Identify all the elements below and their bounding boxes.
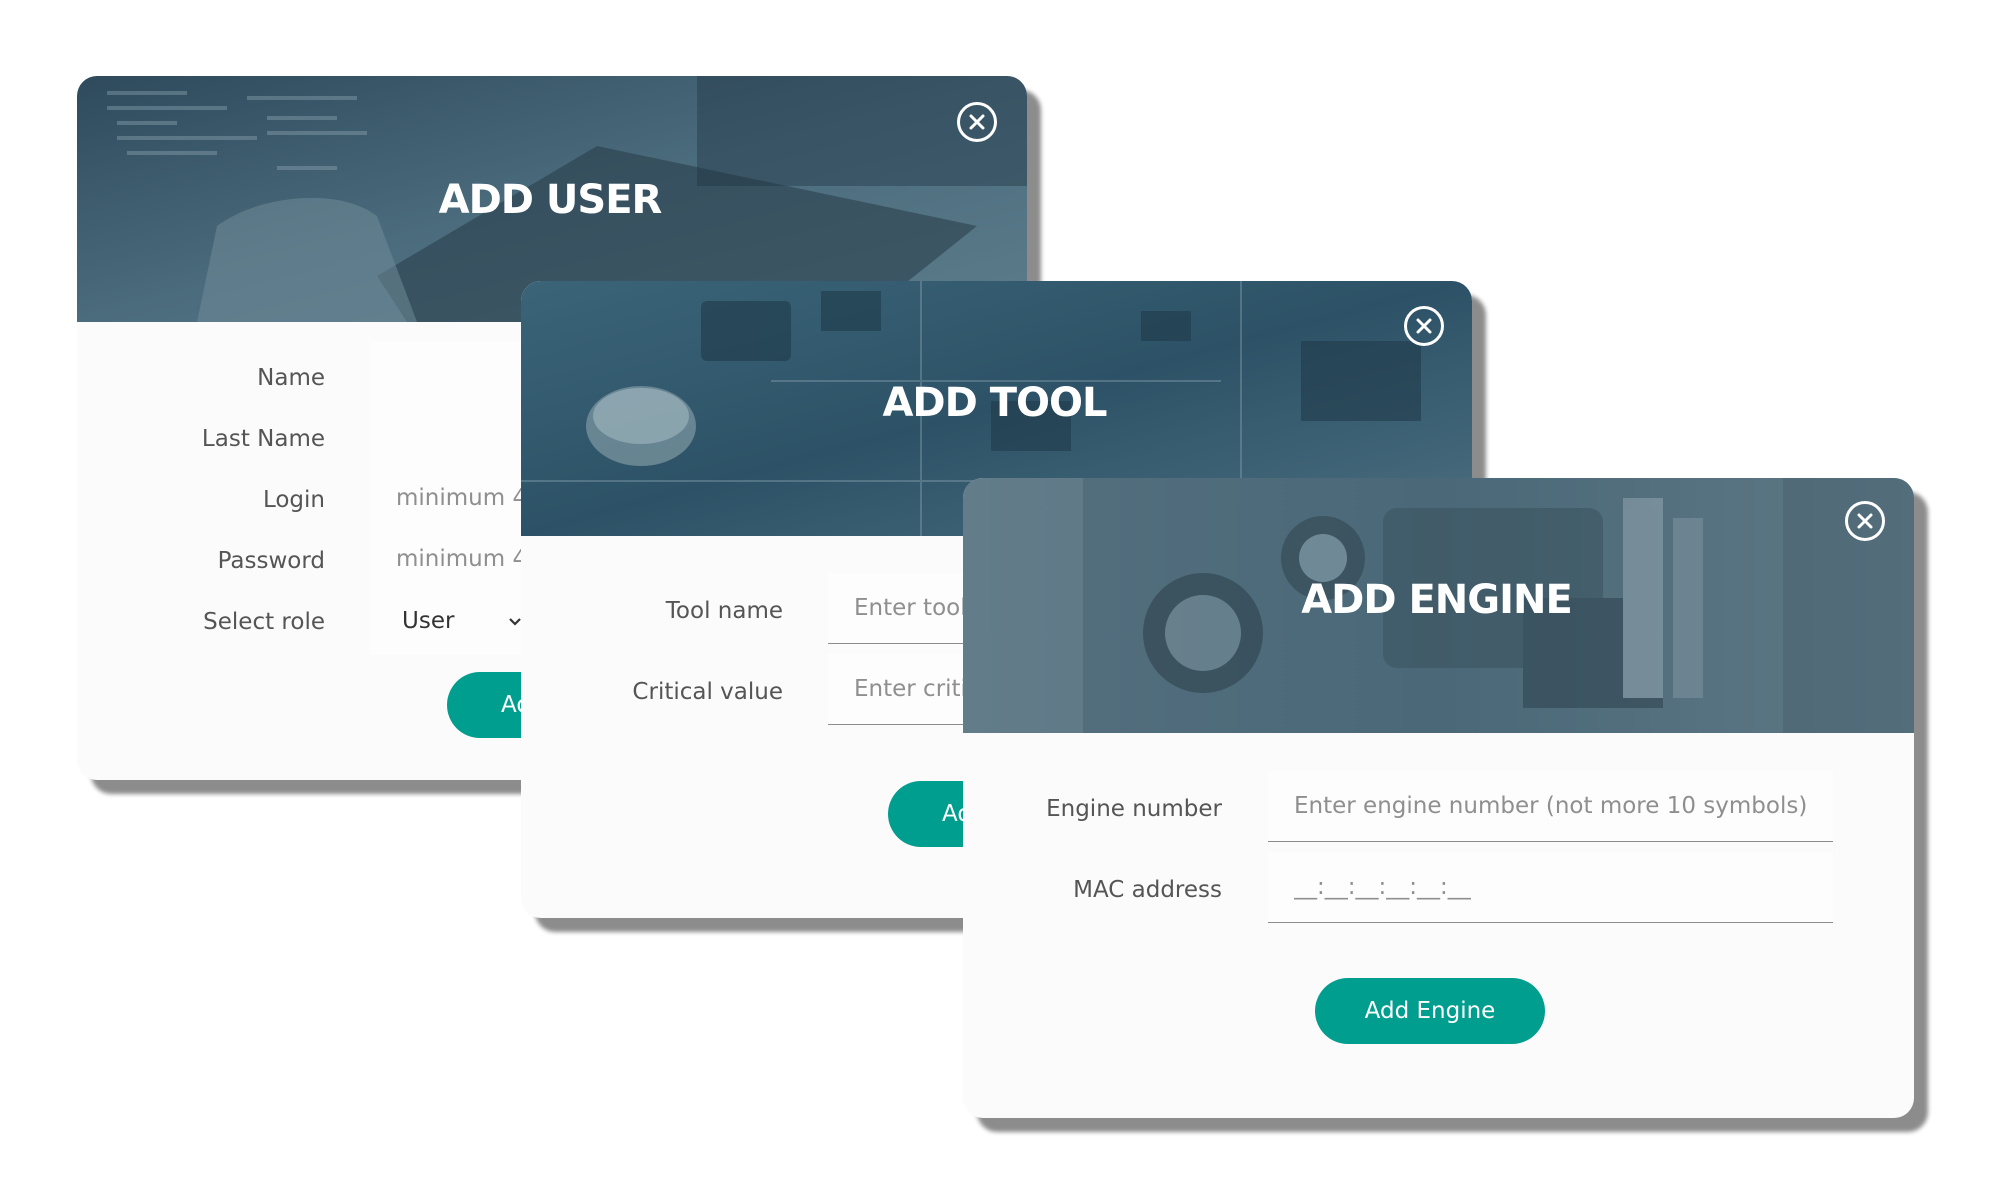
add-engine-header: ADD ENGINE xyxy=(963,478,1914,733)
critical-value-label: Critical value xyxy=(632,679,783,705)
add-engine-title: ADD ENGINE xyxy=(1301,577,1573,623)
close-icon[interactable] xyxy=(1404,306,1444,346)
tool-name-label: Tool name xyxy=(665,598,783,624)
add-engine-dialog: ADD ENGINE Engine number MAC address Add… xyxy=(963,478,1914,1118)
role-select-value: User xyxy=(402,608,455,634)
engine-number-input[interactable] xyxy=(1268,771,1833,842)
login-label: Login xyxy=(262,487,325,513)
last-name-label: Last Name xyxy=(201,426,325,452)
password-label: Password xyxy=(217,548,325,574)
add-tool-title: ADD TOOL xyxy=(882,380,1107,426)
close-icon[interactable] xyxy=(1845,501,1885,541)
add-user-title: ADD USER xyxy=(438,177,663,223)
add-engine-button[interactable]: Add Engine xyxy=(1315,978,1545,1044)
mac-address-label: MAC address xyxy=(1073,877,1222,903)
name-label: Name xyxy=(257,365,325,391)
mac-address-input[interactable] xyxy=(1268,852,1833,923)
select-role-label: Select role xyxy=(203,609,325,635)
close-icon[interactable] xyxy=(957,102,997,142)
chevron-down-icon xyxy=(509,618,521,626)
engine-number-label: Engine number xyxy=(1046,796,1222,822)
